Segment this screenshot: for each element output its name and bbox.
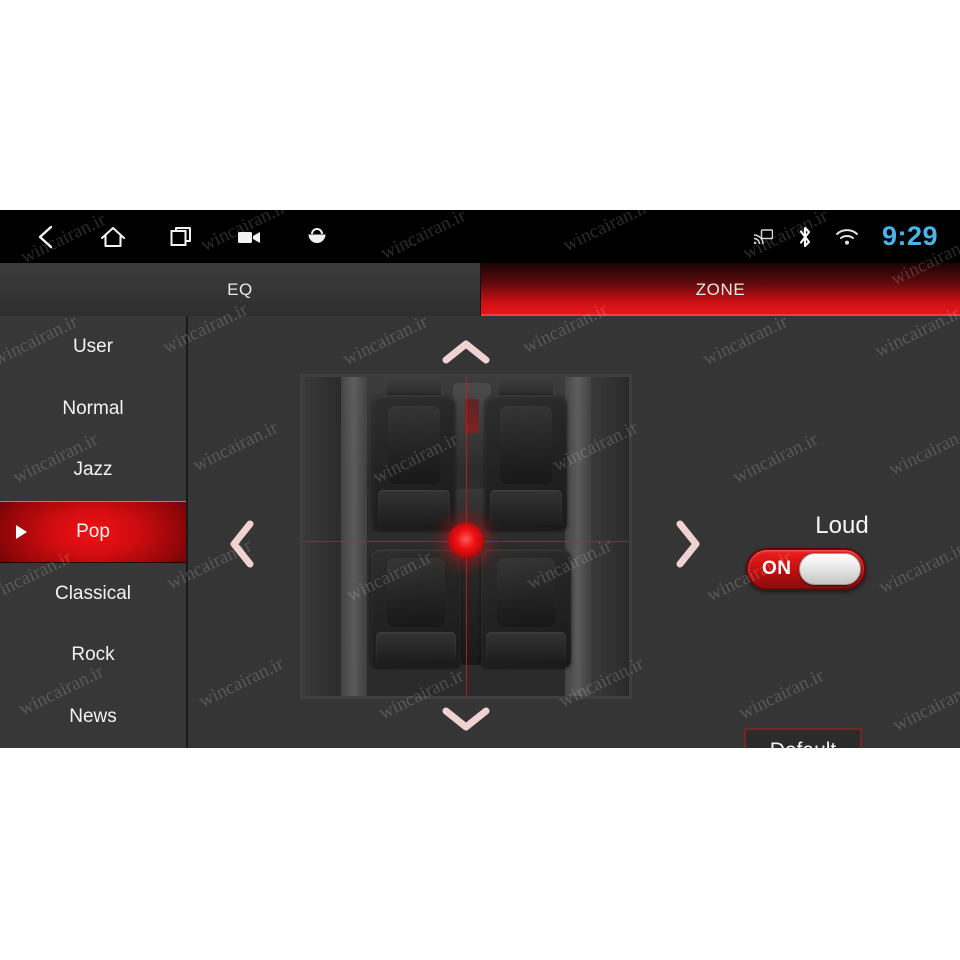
preset-label: Normal [62, 397, 124, 419]
preset-label: Rock [71, 644, 115, 666]
move-up-arrow[interactable] [436, 334, 496, 370]
preset-label: Pop [76, 520, 110, 542]
car-interior-image [303, 377, 629, 696]
door-panel-left [303, 377, 343, 696]
navigation-bar [30, 210, 332, 263]
seat-rear-right [481, 549, 571, 667]
preset-label: User [72, 335, 114, 357]
tab-eq[interactable]: EQ [0, 263, 481, 316]
preset-item-classical[interactable]: Classical [0, 563, 186, 625]
preset-item-news[interactable]: News [0, 686, 186, 748]
default-button[interactable]: Default [744, 728, 862, 748]
basket-icon[interactable] [302, 222, 332, 252]
car-headunit-screen: ... 9:29 EQ ZONE User Normal Jazz Pop Cl… [0, 210, 960, 748]
bluetooth-icon [792, 224, 818, 250]
preset-label: Classical [54, 582, 132, 604]
preset-label: News [69, 705, 117, 727]
android-status-bar: ... 9:29 [0, 210, 960, 263]
video-camera-icon[interactable] [234, 222, 264, 252]
zone-panel: Loud ON Default [190, 316, 960, 748]
move-left-arrow[interactable] [222, 514, 262, 574]
seat-front-right [485, 395, 567, 530]
rear-center-armrest [461, 553, 483, 665]
loudness-label: Loud [815, 512, 869, 539]
cast-icon [750, 224, 776, 250]
status-clock: 9:29 [881, 221, 938, 251]
sound-field-pad[interactable] [300, 374, 632, 699]
overflow-dots[interactable]: ... [403, 234, 419, 249]
door-panel-right [589, 377, 629, 696]
preset-label: Jazz [73, 459, 113, 481]
loudness-toggle[interactable]: ON [746, 548, 866, 590]
preset-item-user[interactable]: User [0, 316, 186, 378]
loudness-state-text: ON [762, 558, 792, 579]
move-right-arrow[interactable] [668, 514, 708, 574]
preset-item-pop[interactable]: Pop [0, 501, 186, 563]
tab-bar: EQ ZONE [0, 263, 960, 316]
seat-rear-left [371, 549, 461, 667]
preset-item-jazz[interactable]: Jazz [0, 439, 186, 501]
back-icon[interactable] [30, 222, 60, 252]
move-down-arrow[interactable] [436, 701, 496, 737]
content-area: User Normal Jazz Pop Classical Rock News… [0, 316, 960, 748]
pillar-left [341, 377, 367, 696]
sound-focus-point[interactable] [448, 523, 484, 559]
preset-item-normal[interactable]: Normal [0, 378, 186, 440]
seat-front-left [373, 395, 455, 530]
recents-icon[interactable] [166, 222, 196, 252]
eq-preset-list: User Normal Jazz Pop Classical Rock News [0, 316, 188, 748]
home-icon[interactable] [98, 222, 128, 252]
screenshot-canvas: ... 9:29 EQ ZONE User Normal Jazz Pop Cl… [0, 0, 960, 960]
selection-marker-icon [16, 524, 27, 539]
wifi-icon [834, 224, 860, 250]
status-indicators: 9:29 [750, 210, 938, 263]
preset-item-rock[interactable]: Rock [0, 624, 186, 686]
tab-zone[interactable]: ZONE [481, 263, 960, 316]
toggle-knob [799, 553, 861, 585]
